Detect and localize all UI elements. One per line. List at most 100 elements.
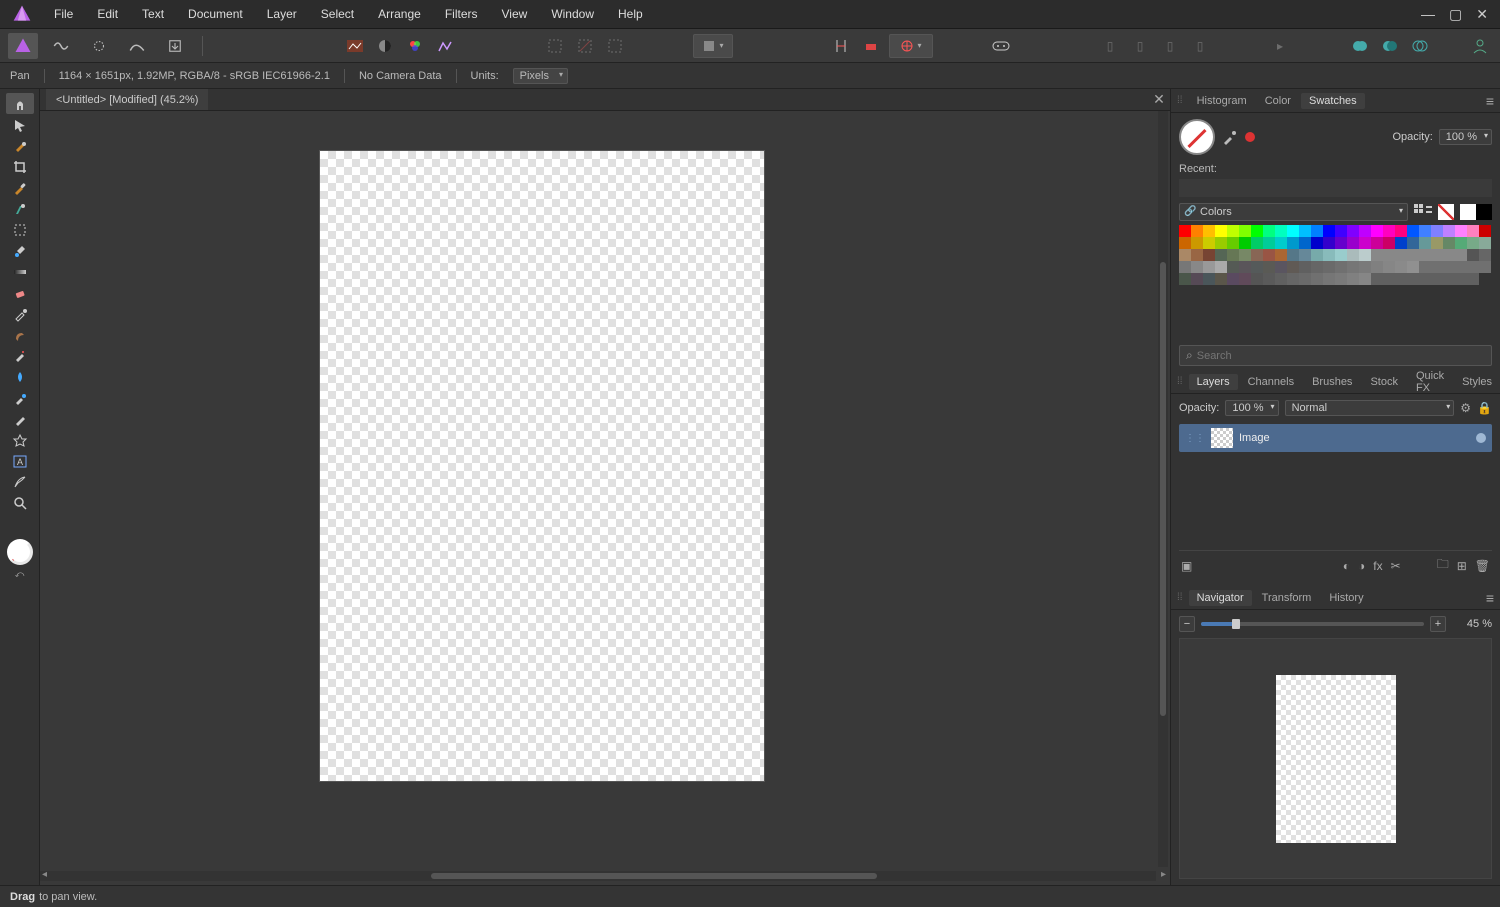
swatch[interactable] <box>1263 273 1275 285</box>
swatch[interactable] <box>1287 273 1299 285</box>
mask-button[interactable]: fx <box>1373 559 1382 573</box>
swatch[interactable] <box>1419 225 1431 237</box>
swatch[interactable] <box>1443 237 1455 249</box>
horizontal-scrollbar[interactable] <box>40 871 1156 881</box>
boolean-subtract-button[interactable] <box>1378 34 1402 58</box>
clone-tool[interactable] <box>6 198 34 219</box>
swatch[interactable] <box>1335 225 1347 237</box>
swatch[interactable] <box>1371 273 1383 285</box>
swatch[interactable] <box>1383 249 1395 261</box>
swatch[interactable] <box>1431 273 1443 285</box>
auto-levels-button[interactable] <box>343 34 367 58</box>
swatch[interactable] <box>1455 273 1467 285</box>
swatch[interactable] <box>1323 273 1335 285</box>
swatch[interactable] <box>1191 237 1203 249</box>
menu-arrange[interactable]: Arrange <box>366 0 433 28</box>
swatch[interactable] <box>1311 237 1323 249</box>
swatch[interactable] <box>1215 261 1227 273</box>
swatch-search-field[interactable]: ⌕ <box>1179 345 1492 366</box>
move-tool[interactable] <box>6 114 34 135</box>
swatch[interactable] <box>1419 249 1431 261</box>
swap-colors-icon[interactable]: ⤺ <box>15 569 25 580</box>
liquify-persona-button[interactable] <box>46 33 76 59</box>
swatch[interactable] <box>1407 273 1419 285</box>
swatch[interactable] <box>1347 273 1359 285</box>
photo-persona-button[interactable] <box>8 33 38 59</box>
swatch[interactable] <box>1263 261 1275 273</box>
swatch[interactable] <box>1383 237 1395 249</box>
layer-visibility-toggle[interactable] <box>1476 433 1486 443</box>
account-icon[interactable] <box>1468 34 1492 58</box>
panel-grip-icon[interactable]: ⁞⁞ <box>1177 95 1183 106</box>
swatch[interactable] <box>1359 225 1371 237</box>
maximize-button[interactable]: ▢ <box>1449 6 1462 23</box>
swatch[interactable] <box>1443 225 1455 237</box>
swatch[interactable] <box>1359 273 1371 285</box>
tab-styles[interactable]: Styles <box>1454 374 1500 390</box>
swatch[interactable] <box>1419 237 1431 249</box>
layer-settings-icon[interactable]: ⚙ <box>1460 401 1471 415</box>
selection-marquee-button[interactable] <box>543 34 567 58</box>
swatch[interactable] <box>1467 225 1479 237</box>
swatch[interactable] <box>1467 273 1479 285</box>
delete-layer-button[interactable]: 🗑 <box>1475 559 1490 573</box>
quick-mask-dropdown[interactable]: ▾ <box>693 34 733 58</box>
swatch[interactable] <box>1203 273 1215 285</box>
swatch[interactable] <box>1263 237 1275 249</box>
close-button[interactable]: ✕ <box>1476 6 1488 23</box>
boolean-intersect-button[interactable] <box>1408 34 1432 58</box>
zoom-in-button[interactable]: + <box>1430 616 1446 632</box>
marquee-tool[interactable] <box>6 219 34 240</box>
swatch[interactable] <box>1287 249 1299 261</box>
swatch[interactable] <box>1407 237 1419 249</box>
swatch[interactable] <box>1359 261 1371 273</box>
panel-grip-icon[interactable]: ⁞⁞ <box>1177 376 1183 387</box>
group-layers-button[interactable]: 🗀 <box>1437 555 1449 576</box>
layer-drag-handle-icon[interactable]: ⋮⋮ <box>1185 433 1205 444</box>
swatch[interactable] <box>1455 225 1467 237</box>
swatch[interactable] <box>1299 261 1311 273</box>
swatch[interactable] <box>1275 249 1287 261</box>
swatch[interactable] <box>1311 249 1323 261</box>
layer-lock-icon[interactable]: 🔒 <box>1477 401 1492 415</box>
menu-filters[interactable]: Filters <box>433 0 490 28</box>
selection-invert-button[interactable] <box>603 34 627 58</box>
boolean-add-button[interactable] <box>1348 34 1372 58</box>
tab-stock[interactable]: Stock <box>1362 374 1406 390</box>
app-logo-icon[interactable] <box>10 2 34 26</box>
primary-color-well[interactable] <box>1179 119 1215 155</box>
swatch[interactable] <box>1227 249 1239 261</box>
tab-brushes[interactable]: Brushes <box>1304 374 1360 390</box>
swatches-opacity-dropdown[interactable]: 100 % <box>1439 129 1492 145</box>
swatch[interactable] <box>1479 249 1491 261</box>
tab-layers[interactable]: Layers <box>1189 374 1238 390</box>
swatch[interactable] <box>1455 237 1467 249</box>
swatch[interactable] <box>1431 261 1443 273</box>
layer-row[interactable]: ⋮⋮ Image <box>1179 424 1492 452</box>
swatch[interactable] <box>1251 273 1263 285</box>
auto-contrast-button[interactable] <box>373 34 397 58</box>
swatch[interactable] <box>1359 249 1371 261</box>
swatch[interactable] <box>1431 225 1443 237</box>
add-layer-button[interactable]: ⊞ <box>1457 559 1467 573</box>
swatch[interactable] <box>1443 249 1455 261</box>
swatch[interactable] <box>1359 237 1371 249</box>
recent-swatches-strip[interactable] <box>1179 179 1492 197</box>
swatch[interactable] <box>1239 249 1251 261</box>
menu-window[interactable]: Window <box>539 0 606 28</box>
swatch[interactable] <box>1371 261 1383 273</box>
swatch[interactable] <box>1383 273 1395 285</box>
swatch[interactable] <box>1203 225 1215 237</box>
swatch[interactable] <box>1371 249 1383 261</box>
swatch[interactable] <box>1251 249 1263 261</box>
menu-edit[interactable]: Edit <box>85 0 130 28</box>
fx-button[interactable]: ◑ <box>1358 559 1365 573</box>
swatch[interactable] <box>1335 249 1347 261</box>
auto-white-balance-button[interactable] <box>433 34 457 58</box>
assistant-toggle-button[interactable] <box>989 34 1013 58</box>
swatch[interactable] <box>1407 261 1419 273</box>
swatch[interactable] <box>1347 237 1359 249</box>
zoom-out-button[interactable]: − <box>1179 616 1195 632</box>
swatch[interactable] <box>1191 225 1203 237</box>
color-well[interactable] <box>7 539 33 565</box>
